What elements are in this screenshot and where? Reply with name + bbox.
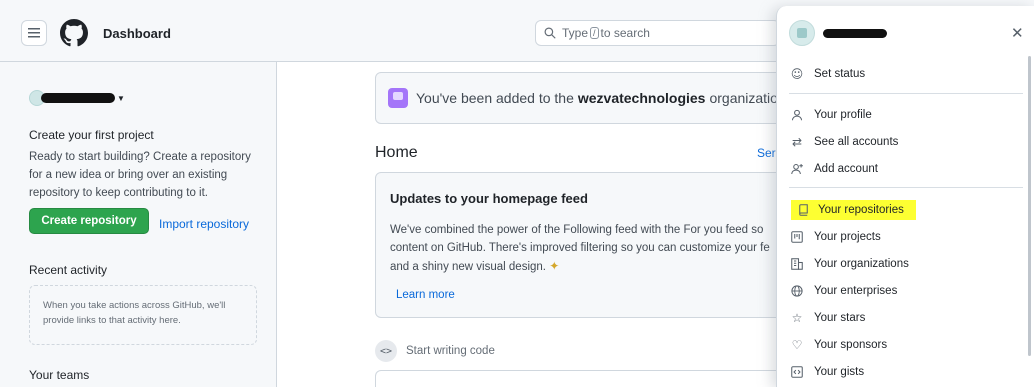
menu-item-your-gists[interactable]: Your gists <box>789 362 1021 382</box>
search-input[interactable]: Type / to search <box>535 20 780 46</box>
divider <box>789 93 1023 94</box>
feed-line: We've combined the power of the Followin… <box>390 224 764 236</box>
home-heading: Home <box>375 144 418 161</box>
org-added-banner: You've been added to the wezvatechnologi… <box>375 72 795 124</box>
organization-avatar-icon <box>388 88 408 108</box>
banner-prefix: You've been added to the <box>416 90 574 106</box>
code-icon: <> <box>375 340 397 362</box>
feed-line-last: and a shiny new visual design. ✦ <box>390 257 790 276</box>
feed-update-body: We've combined the power of the Followin… <box>390 221 790 276</box>
arrow-switch-icon: ⇄ <box>791 135 803 149</box>
github-logo-icon[interactable] <box>60 19 88 47</box>
start-writing-code-section[interactable]: <> Start writing code <box>375 340 495 362</box>
menu-item-your-projects[interactable]: Your projects <box>789 227 1021 247</box>
menu-item-your-enterprises[interactable]: Your enterprises <box>789 281 1021 301</box>
recent-activity-heading: Recent activity <box>29 263 108 277</box>
next-card <box>375 370 795 387</box>
menu-item-your-profile[interactable]: Your profile <box>789 105 1021 125</box>
import-repository-link[interactable]: Import repository <box>159 217 249 231</box>
feed-line: and a shiny new visual design. <box>390 261 546 273</box>
learn-more-link[interactable]: Learn more <box>396 289 455 301</box>
menu-item-your-sponsors[interactable]: ♡ Your sponsors <box>789 335 1021 355</box>
create-project-description: Ready to start building? Create a reposi… <box>29 151 251 199</box>
menu-item-add-account[interactable]: Add account <box>789 159 1021 179</box>
menu-label: Your sponsors <box>814 339 888 351</box>
search-prefix: Type <box>562 26 589 40</box>
menu-label: Set status <box>814 68 866 80</box>
repo-icon <box>795 204 811 216</box>
divider <box>789 187 1023 188</box>
menu-label: See all accounts <box>814 136 899 148</box>
person-icon <box>789 109 805 121</box>
project-icon <box>789 231 805 243</box>
feed-line: content on GitHub. There's improved filt… <box>390 242 770 254</box>
feed-update-title: Updates to your homepage feed <box>390 191 588 206</box>
menu-item-see-all-accounts[interactable]: ⇄ See all accounts <box>789 132 1021 152</box>
menu-label: Your enterprises <box>814 285 898 297</box>
hamburger-menu-button[interactable] <box>21 20 47 46</box>
person-add-icon <box>789 163 805 175</box>
menu-label: Your profile <box>814 109 872 121</box>
create-project-heading: Create your first project <box>29 128 154 142</box>
smiley-icon: ☺ <box>790 67 804 81</box>
caret-down-icon: ▼ <box>117 93 125 103</box>
sparkles-icon: ✦ <box>549 259 560 273</box>
left-sidebar: ▼ Create your first project Ready to sta… <box>0 62 277 387</box>
close-icon[interactable]: ✕ <box>1011 24 1024 42</box>
organization-icon <box>789 258 805 270</box>
search-suffix: to search <box>600 26 650 40</box>
menu-label: Your projects <box>814 231 881 243</box>
redacted-username <box>823 29 887 38</box>
menu-label: Add account <box>814 163 878 175</box>
hamburger-icon <box>28 28 40 38</box>
feed-update-card: Updates to your homepage feed We've comb… <box>375 172 795 318</box>
user-menu-panel: ✕ ☺ Set status Your profile ⇄ See all ac… <box>776 6 1034 387</box>
page-title[interactable]: Dashboard <box>103 26 171 41</box>
menu-item-your-organizations[interactable]: Your organizations <box>789 254 1021 274</box>
create-repository-button[interactable]: Create repository <box>29 208 149 234</box>
scrollbar[interactable] <box>1028 56 1031 356</box>
account-switcher[interactable]: ▼ <box>29 90 125 106</box>
menu-label: Your stars <box>814 312 866 324</box>
menu-label: Your organizations <box>814 258 909 270</box>
menu-label: Your repositories <box>818 204 904 216</box>
heart-icon: ♡ <box>791 338 803 352</box>
start-writing-label: Start writing code <box>406 345 495 357</box>
avatar <box>789 20 815 46</box>
globe-icon <box>789 285 805 297</box>
menu-item-your-repositories[interactable]: Your repositories <box>791 200 916 220</box>
recent-activity-empty-state: When you take actions across GitHub, we'… <box>29 285 257 345</box>
banner-org-name[interactable]: wezvatechnologies <box>578 90 706 106</box>
menu-item-your-stars[interactable]: ☆ Your stars <box>789 308 1021 328</box>
search-icon <box>544 27 556 39</box>
star-icon: ☆ <box>791 311 803 325</box>
menu-item-set-status[interactable]: ☺ Set status <box>789 64 1021 84</box>
menu-label: Your gists <box>814 366 865 378</box>
your-teams-heading: Your teams <box>29 368 90 382</box>
send-feedback-link[interactable]: Ser <box>757 146 776 160</box>
redacted-username <box>41 93 115 103</box>
search-shortcut-key: / <box>590 27 599 39</box>
code-square-icon <box>789 366 805 378</box>
